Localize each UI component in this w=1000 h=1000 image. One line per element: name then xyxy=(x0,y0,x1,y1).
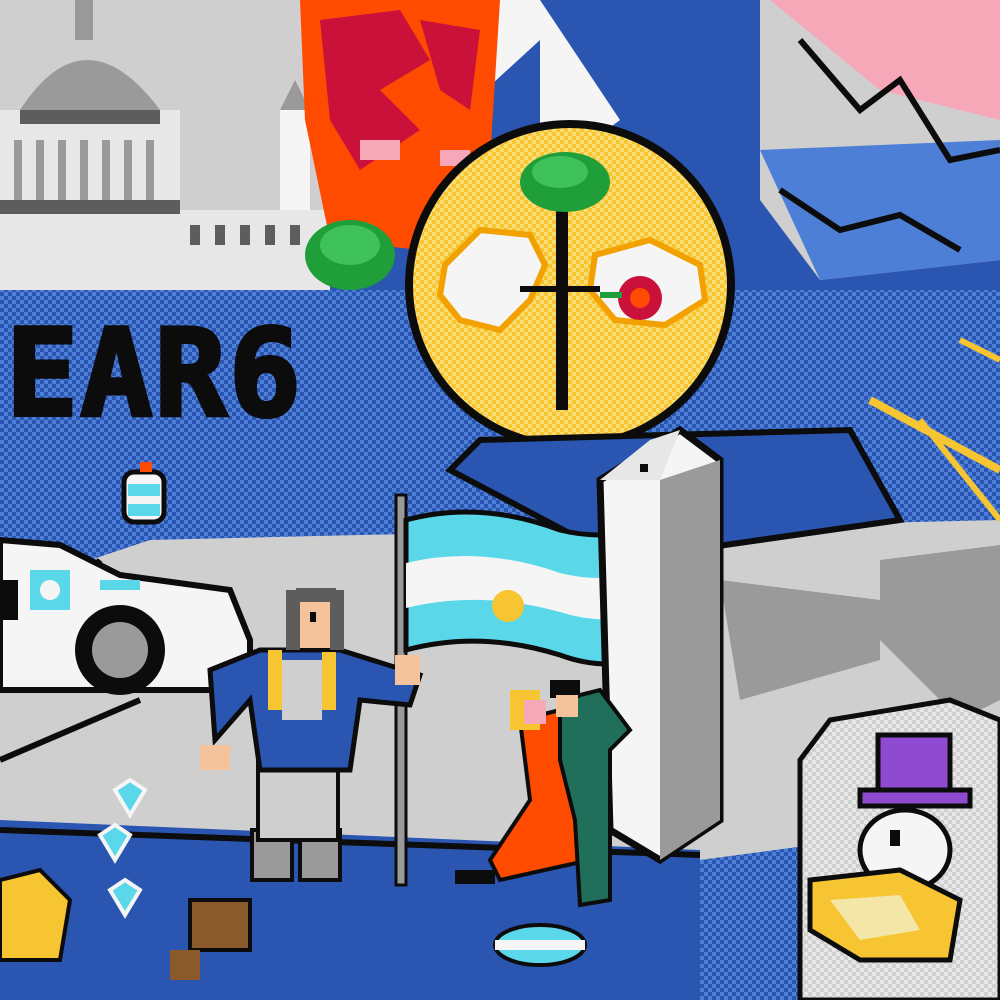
banner-text: EAR6 xyxy=(6,305,303,444)
sun-emblem-icon xyxy=(405,120,735,450)
tree-icon xyxy=(305,220,395,290)
pixel-art-svg: EAR6 xyxy=(0,0,1000,1000)
top-hat-character-icon xyxy=(797,697,1000,1000)
mountain-area xyxy=(760,0,1000,280)
obelisk-icon xyxy=(596,425,724,865)
capitol-dome-icon xyxy=(0,0,330,290)
badge-icon xyxy=(121,462,167,525)
pixel-art-canvas: EAR6 xyxy=(0,0,1000,1000)
